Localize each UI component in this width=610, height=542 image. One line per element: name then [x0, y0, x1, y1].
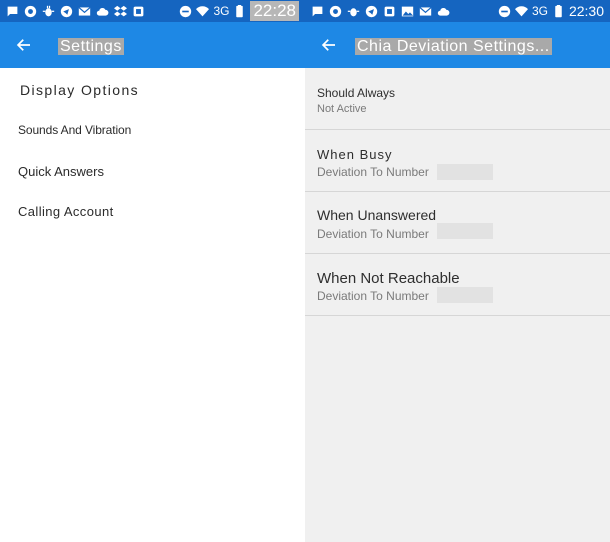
gmail-icon	[419, 5, 432, 18]
arrow-back-icon	[321, 39, 335, 51]
menu-item-display-options[interactable]: Display Options	[20, 82, 139, 98]
arrow-back-icon	[16, 39, 30, 51]
status-bar: 3G 22:30	[305, 0, 610, 22]
bug-icon	[42, 5, 55, 18]
dropbox-icon	[114, 5, 127, 18]
pref-title: When Not Reachable	[317, 270, 460, 287]
status-right: 3G 22:28	[179, 0, 299, 22]
notification-icons	[6, 0, 145, 22]
pref-summary: Deviation To Number	[317, 289, 429, 303]
back-button[interactable]	[317, 33, 341, 57]
status-time: 22:30	[568, 3, 604, 19]
menu-item-sounds-and-vibration[interactable]: Sounds And Vibration	[18, 123, 131, 137]
telegram-icon	[365, 5, 378, 18]
app-bar: Settings	[0, 22, 305, 68]
network-type: 3G	[213, 4, 230, 18]
status-time: 22:28	[250, 1, 299, 21]
redacted-number	[437, 223, 493, 239]
right-phone-screen: 3G 22:30 Chia Deviation Settings... Shou…	[305, 0, 610, 542]
left-phone-screen: 3G 22:28 Settings Display Options Sounds…	[0, 0, 305, 542]
pref-summary: Deviation To Number	[317, 165, 429, 179]
chrome-icon	[24, 5, 37, 18]
cloud-icon	[437, 5, 450, 18]
status-bar: 3G 22:28	[0, 0, 305, 22]
redacted-number	[437, 164, 493, 180]
message-icon	[311, 5, 324, 18]
pref-title: Should Always	[317, 86, 396, 100]
pref-title: When Busy	[317, 147, 393, 162]
wifi-icon	[196, 5, 210, 18]
bug-icon	[347, 5, 360, 18]
network-type: 3G	[531, 4, 548, 18]
pref-summary: Not Active	[317, 103, 367, 115]
chrome-icon	[329, 5, 342, 18]
app-bar: Chia Deviation Settings...	[305, 22, 610, 68]
do-not-disturb-icon	[179, 5, 192, 18]
pref-title: When Unanswered	[317, 207, 437, 223]
cloud-icon	[96, 5, 109, 18]
app-icon	[132, 5, 145, 18]
battery-icon	[233, 4, 246, 18]
notification-icons	[311, 0, 450, 22]
page-title: Chia Deviation Settings...	[355, 38, 552, 55]
pref-should-always[interactable]: Should Always Not Active	[305, 68, 610, 130]
do-not-disturb-icon	[498, 5, 511, 18]
back-button[interactable]	[12, 33, 36, 57]
page-title: Settings	[58, 38, 124, 55]
gmail-icon	[78, 5, 91, 18]
pref-when-busy[interactable]: When Busy Deviation To Number	[305, 130, 610, 192]
status-right: 3G 22:30	[498, 0, 604, 22]
image-icon	[401, 5, 414, 18]
pref-when-unanswered[interactable]: When Unanswered Deviation To Number	[305, 192, 610, 254]
app-icon	[383, 5, 396, 18]
pref-summary: Deviation To Number	[317, 227, 429, 241]
battery-icon	[552, 4, 565, 18]
telegram-icon	[60, 5, 73, 18]
wifi-icon	[514, 5, 528, 18]
message-icon	[6, 5, 19, 18]
menu-item-calling-account[interactable]: Calling Account	[18, 204, 114, 219]
menu-item-quick-answers[interactable]: Quick Answers	[18, 164, 104, 179]
redacted-number	[437, 287, 493, 303]
pref-when-not-reachable[interactable]: When Not Reachable Deviation To Number	[305, 254, 610, 316]
